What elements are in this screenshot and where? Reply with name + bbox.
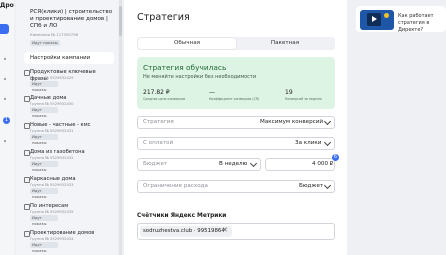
group-number: Группа № 5529932433 <box>30 183 74 187</box>
budget-period-value: В неделю <box>219 161 248 167</box>
budget-label: Бюджет <box>143 161 168 167</box>
page-title: Стратегия <box>137 12 190 23</box>
group-status-badge: Идут показы <box>30 134 58 145</box>
nav-item-icon[interactable] <box>4 78 6 80</box>
spend-limit-value: Бюджет <box>299 183 324 189</box>
create-button[interactable] <box>0 24 9 34</box>
group-number: Группа № 5529932429 <box>30 76 74 80</box>
metrika-counter-label: sodruzhestva.club · 99519864 <box>143 228 225 234</box>
promo-text: Как работает стратегия в Директе? <box>398 13 434 33</box>
payment-select-label: С оплатой <box>143 140 174 146</box>
tab-regular[interactable]: Обычная <box>138 40 236 46</box>
group-number: Группа № 5529932431 <box>30 129 74 133</box>
learned-title: Стратегия обучилась <box>143 63 227 72</box>
tab-package[interactable]: Пакетная <box>236 40 334 46</box>
group-name: Дачные дома <box>30 95 67 101</box>
nav-item-icon[interactable] <box>4 98 6 100</box>
group-name: Каркасные дома <box>30 176 76 182</box>
strategy-select-value: Максимум конверсий <box>260 119 323 125</box>
nav-item-icon[interactable] <box>4 58 6 60</box>
group-status-badge: Идут показы <box>30 81 58 92</box>
stat-caption: Коэффициент конверсии (CR) <box>209 97 260 101</box>
payment-select-value: За клики <box>295 140 322 146</box>
budget-info-badge[interactable]: 6 <box>332 154 339 161</box>
campaign-title[interactable]: РСЯ(клики) | строительство и проектирова… <box>30 9 115 31</box>
play-icon <box>372 16 377 22</box>
group-status-badge: Идут показы <box>30 161 58 172</box>
sidebar-item-label: Настройки кампании <box>30 55 91 61</box>
stat-caption: Средняя цена конверсии <box>143 97 186 101</box>
stat-caption: Конверсий за неделю <box>285 97 322 101</box>
stat-value: 217.82 ₽ <box>143 89 170 96</box>
group-name: Дома из газобетона <box>30 149 85 155</box>
notifications-badge[interactable]: 1 <box>3 117 10 124</box>
nav-item-icon[interactable] <box>4 140 6 142</box>
group-name: Проектирование домов <box>30 230 95 236</box>
group-status-badge: Идут показы <box>30 242 58 253</box>
group-status-badge: Идут показы <box>30 107 58 118</box>
group-number: Группа № 5529932434 <box>30 237 74 241</box>
spend-limit-label: Ограничение расхода <box>143 183 208 189</box>
group-number: Группа № 5529932432 <box>30 156 74 160</box>
budget-amount-value: 4 000 ₽ <box>312 161 334 167</box>
metrika-title: Счётчики Яндекс Метрики <box>137 213 227 219</box>
group-status-badge: Идут показы <box>30 188 58 199</box>
group-number: Группа № 5529932430 <box>30 102 74 106</box>
app-nav-strip <box>0 0 14 255</box>
sidebar-scrollbar-thumb[interactable] <box>119 6 122 36</box>
campaign-number: Кампания № 117305796 <box>30 32 79 37</box>
close-icon[interactable]: ✕ <box>222 226 228 234</box>
stat-value: — <box>209 89 215 96</box>
stat-value: 19 <box>285 89 293 96</box>
app-logo[interactable]: Дро <box>0 2 14 9</box>
sidebar-scrollbar[interactable] <box>119 0 122 255</box>
group-name: По интересам <box>30 203 69 209</box>
group-name: Новые - частные - кмс <box>30 122 91 128</box>
strategy-select-label: Стратегия <box>143 119 174 125</box>
campaign-status-badge: Идут показы <box>30 40 60 46</box>
group-number: Группа № 5529932435 <box>30 210 74 214</box>
promo-illustration-icon <box>384 13 389 18</box>
learned-subtitle: Не меняйте настройки без необходимости <box>143 74 257 80</box>
group-status-badge: Идут показы <box>30 215 58 226</box>
